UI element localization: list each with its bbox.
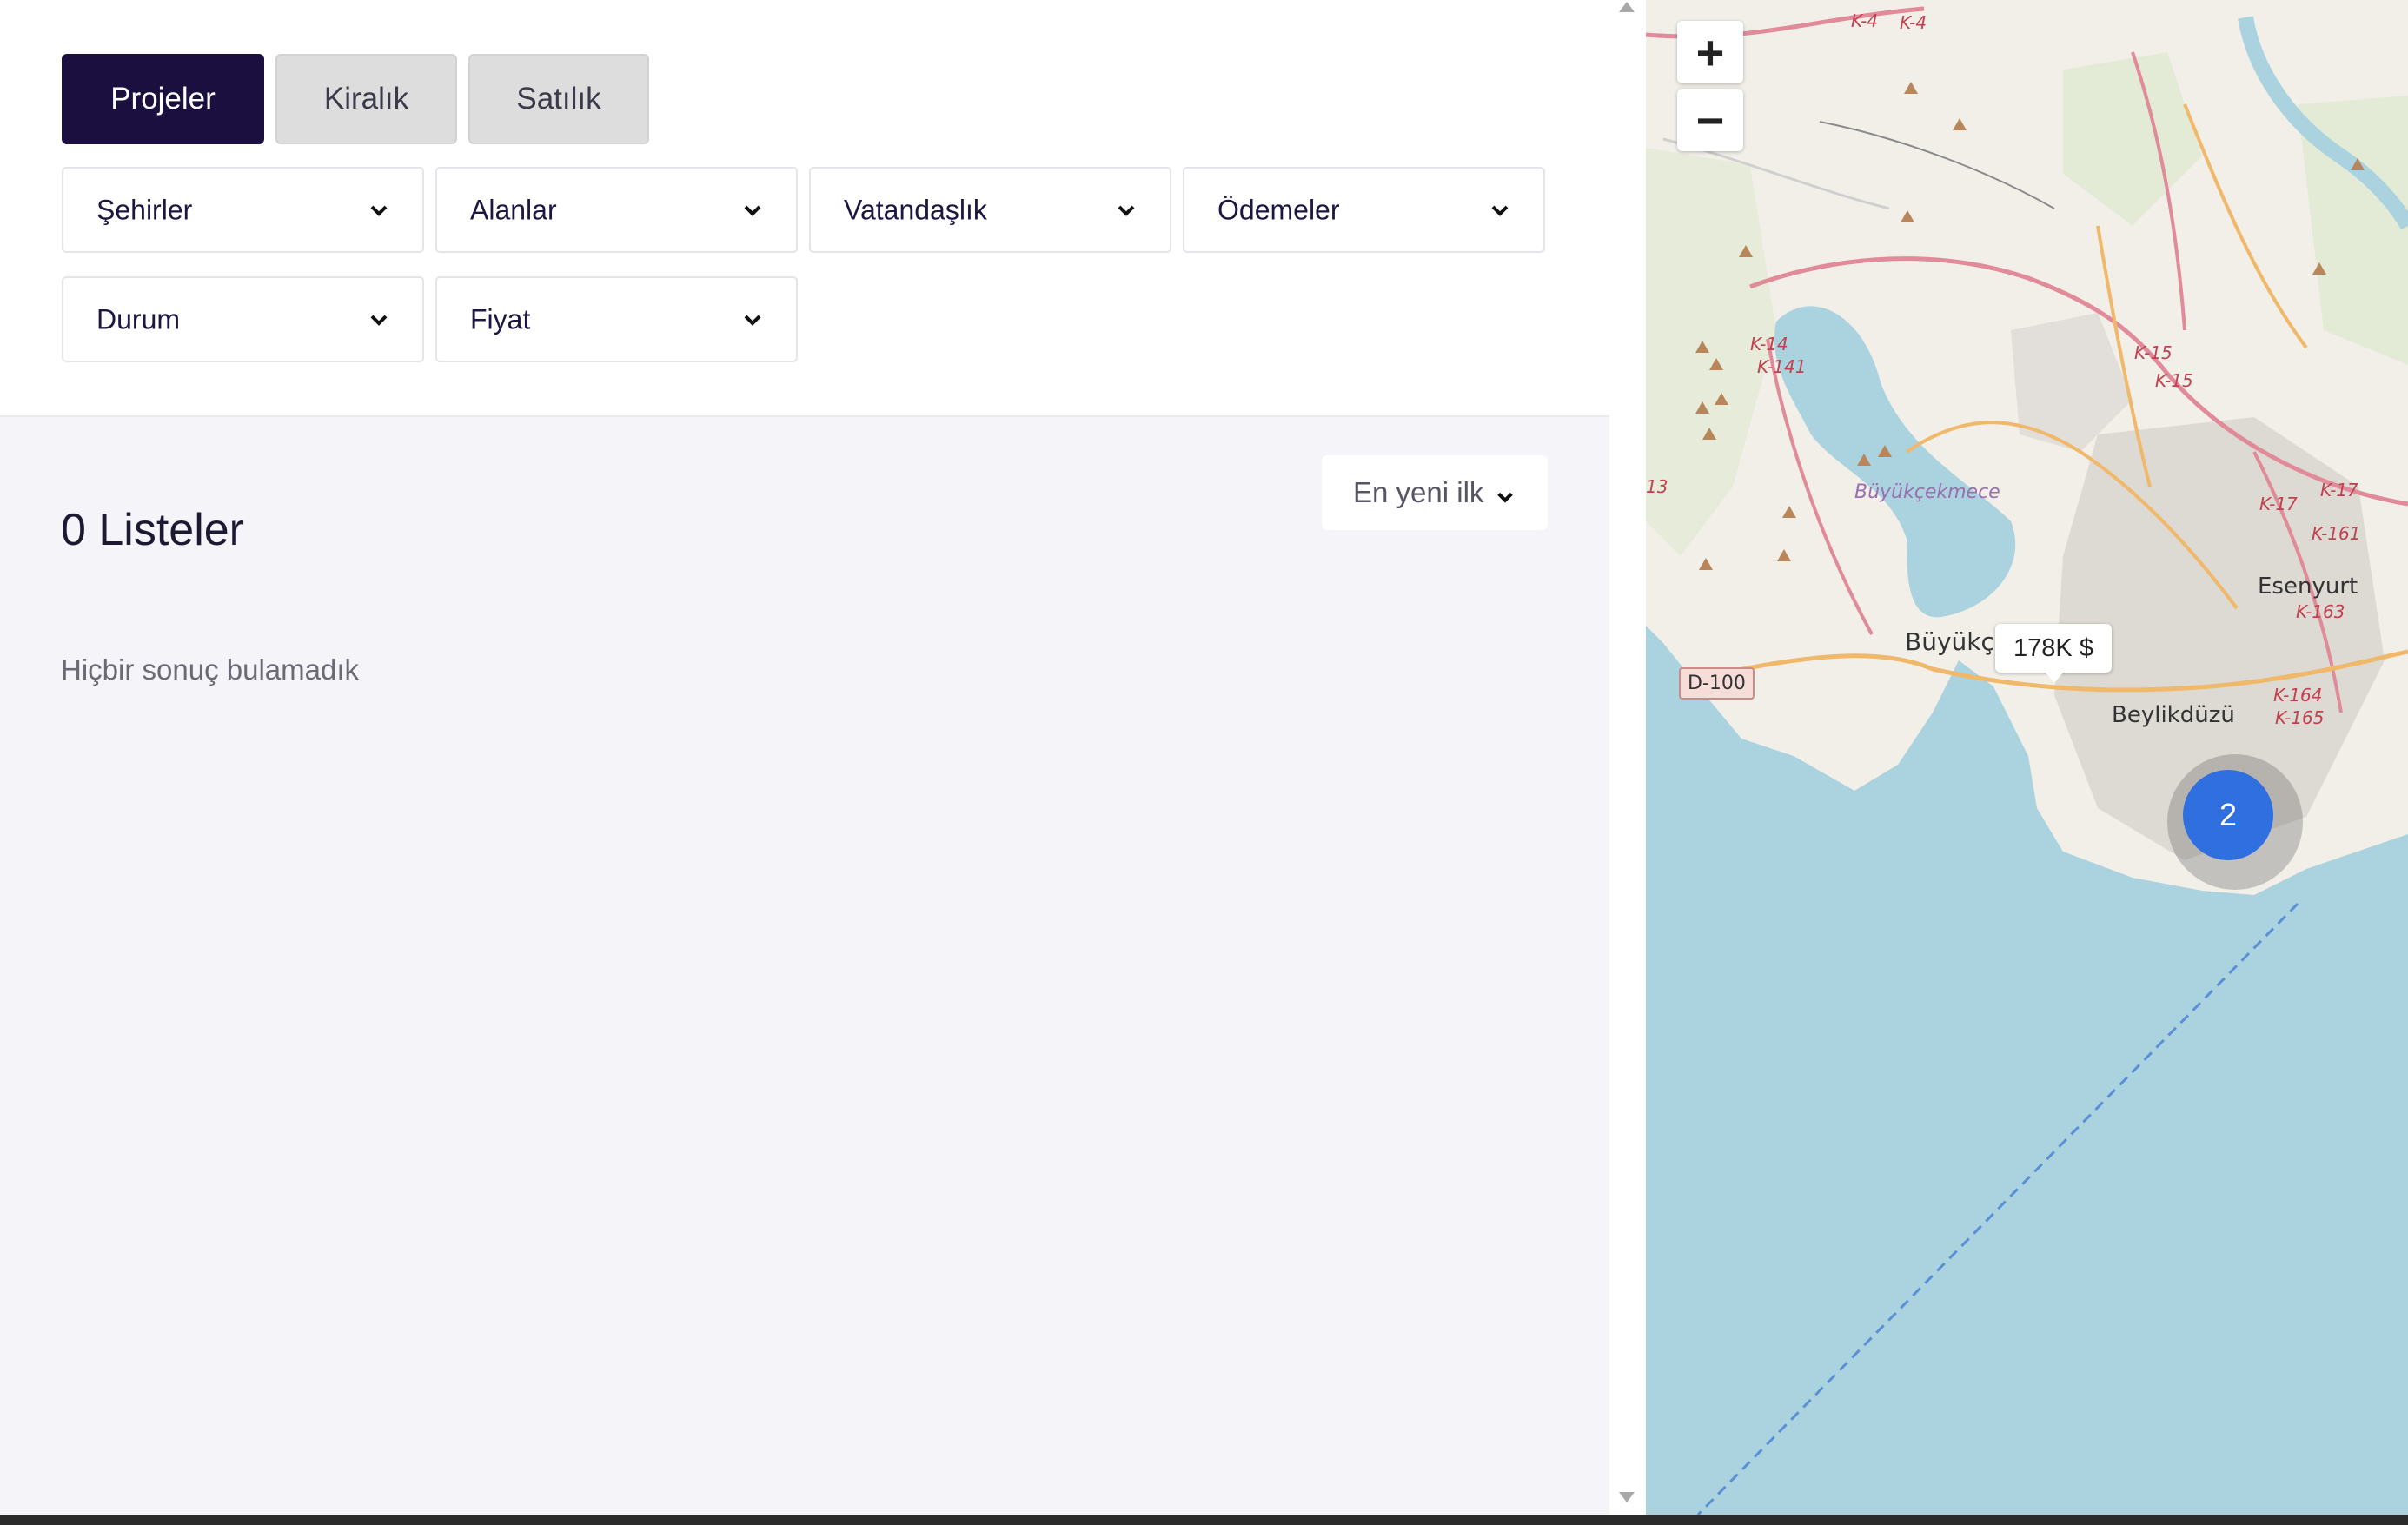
status-dropdown[interactable]: Durum [62,276,424,362]
window-bottom-edge [0,1515,2408,1525]
sort-dropdown[interactable]: En yeni ilk [1322,455,1548,530]
road-label-k17: K-17 [2259,494,2298,514]
listing-panel: Projeler Kiralık Satılık Şehirler Alanla… [0,0,1609,1515]
cities-dropdown[interactable]: Şehirler [62,167,424,253]
chevron-down-icon [1491,205,1509,216]
tab-projects[interactable]: Projeler [62,54,264,144]
price-dropdown[interactable]: Fiyat [435,276,798,362]
town-label-beylikduzu: Beylikdüzü [2112,702,2235,728]
road-label-k4: K-4 [1851,10,1879,31]
payments-dropdown-label: Ödemeler [1217,194,1340,225]
cities-dropdown-label: Şehirler [96,194,193,225]
empty-results-message: Hiçbir sonuç bulamadık [61,653,359,686]
road-label-k141: K-141 [1757,356,1807,377]
cluster-marker[interactable]: 2 [2183,770,2273,860]
scroll-up-arrow-icon[interactable] [1619,2,1635,12]
zoom-in-button[interactable]: + [1677,21,1743,83]
citizenship-dropdown-label: Vatandaşlık [844,194,987,225]
town-label-esenyurt: Esenyurt [2258,574,2358,600]
road-label-k4: K-4 [1900,12,1927,33]
road-label-k14: K-14 [1750,334,1788,355]
road-label-k17: K-17 [2320,480,2358,501]
chevron-down-icon [370,315,388,326]
price-dropdown-label: Fiyat [470,303,531,335]
road-label-k15: K-15 [2134,342,2173,363]
road-label-k15: K-15 [2155,370,2193,391]
map-tiles [1646,0,2408,1515]
citizenship-dropdown[interactable]: Vatandaşlık [809,167,1171,253]
payments-dropdown[interactable]: Ödemeler [1183,167,1545,253]
chevron-down-icon [1118,205,1135,216]
road-shield-d100: D-100 [1679,667,1755,700]
tab-sale[interactable]: Satılık [468,54,649,144]
tab-rent[interactable]: Kiralık [275,54,457,144]
chevron-down-icon [370,205,388,216]
road-label-k165: K-165 [2275,707,2325,728]
road-label-k163: K-163 [2296,601,2345,622]
areas-dropdown[interactable]: Alanlar [435,167,798,253]
price-marker[interactable]: 178K $ [1995,624,2112,683]
road-label-k161: K-161 [2312,523,2361,544]
sort-dropdown-label: En yeni ilk [1353,476,1484,508]
town-label-buyukcekmece: Büyükçe [1905,627,2010,656]
results-count: 0 Listeler [61,505,244,555]
filter-area: Projeler Kiralık Satılık Şehirler Alanla… [0,0,1609,417]
chevron-down-icon [1497,492,1513,503]
status-dropdown-label: Durum [96,303,181,335]
lake-label: Büyükçekmece [1854,481,2000,503]
scrollbar[interactable] [1609,0,1646,1515]
areas-dropdown-label: Alanlar [470,194,557,225]
zoom-out-button[interactable]: − [1677,89,1743,151]
scroll-down-arrow-icon[interactable] [1619,1492,1635,1502]
map[interactable]: K-4 K-4 K-14 K-141 K-15 K-15 K-17 K-17 K… [1646,0,2408,1515]
road-label-13: 13 [1646,476,1668,497]
chevron-down-icon [744,315,761,326]
road-label-k164: K-164 [2273,685,2323,706]
chevron-down-icon [744,205,761,216]
